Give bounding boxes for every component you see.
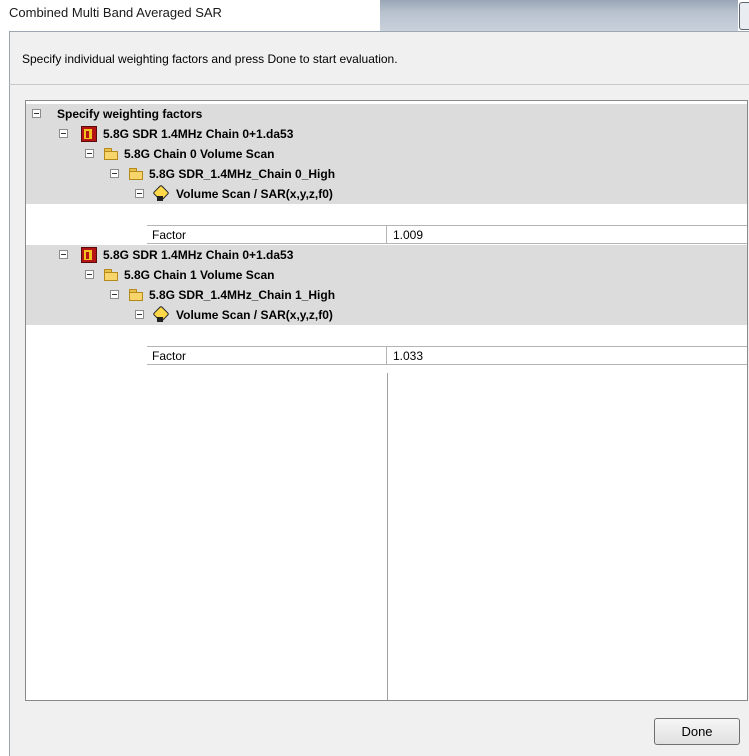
window-frame: [0, 31, 9, 755]
collapse-toggle-icon[interactable]: [85, 270, 94, 279]
tree-folder-row[interactable]: 5.8G Chain 0 Volume Scan: [26, 144, 747, 164]
factor-value-input[interactable]: 1.033: [393, 349, 423, 363]
collapse-toggle-icon[interactable]: [135, 189, 144, 198]
tree-file-row[interactable]: 5.8G SDR 1.4MHz Chain 0+1.da53: [26, 245, 747, 265]
volume-scan-icon: [152, 186, 168, 202]
tree-measurement-row[interactable]: Volume Scan / SAR(x,y,z,f0): [26, 305, 747, 325]
weighting-tree-panel: Specify weighting factors 5.8G SDR 1.4MH…: [25, 100, 748, 701]
factor-row[interactable]: Factor 1.009: [147, 225, 747, 244]
factor-row[interactable]: Factor 1.033: [147, 346, 747, 365]
tree-measurement-label: Volume Scan / SAR(x,y,z,f0): [176, 308, 333, 322]
title-bar: Combined Multi Band Averaged SAR: [0, 0, 749, 31]
factor-value-input[interactable]: 1.009: [393, 228, 423, 242]
volume-scan-icon: [152, 307, 168, 323]
tree-file-row[interactable]: 5.8G SDR 1.4MHz Chain 0+1.da53: [26, 124, 747, 144]
tree-folder-row[interactable]: 5.8G Chain 1 Volume Scan: [26, 265, 747, 285]
collapse-toggle-icon[interactable]: [59, 250, 68, 259]
title-bar-glass: [380, 0, 738, 31]
close-button[interactable]: [739, 2, 749, 30]
collapse-toggle-icon[interactable]: [32, 109, 41, 118]
factor-label: Factor: [152, 349, 187, 363]
tree-measurement-row[interactable]: Volume Scan / SAR(x,y,z,f0): [26, 184, 747, 204]
collapse-toggle-icon[interactable]: [59, 129, 68, 138]
separator: [9, 84, 749, 85]
column-divider: [387, 373, 388, 700]
tree-folder-label: 5.8G Chain 0 Volume Scan: [124, 147, 275, 161]
collapse-toggle-icon[interactable]: [135, 310, 144, 319]
tree-file-label: 5.8G SDR 1.4MHz Chain 0+1.da53: [103, 248, 294, 262]
collapse-toggle-icon[interactable]: [110, 290, 119, 299]
tree-subfolder-row[interactable]: 5.8G SDR_1.4MHz_Chain 0_High: [26, 164, 747, 184]
data-file-icon: [81, 126, 97, 142]
window-title: Combined Multi Band Averaged SAR: [9, 5, 222, 20]
done-button[interactable]: Done: [654, 718, 740, 745]
column-divider: [386, 226, 387, 243]
folder-icon: [103, 146, 119, 162]
data-file-icon: [81, 247, 97, 263]
tree-folder-label: 5.8G Chain 1 Volume Scan: [124, 268, 275, 282]
tree-subfolder-label: 5.8G SDR_1.4MHz_Chain 0_High: [149, 167, 336, 181]
tree-file-label: 5.8G SDR 1.4MHz Chain 0+1.da53: [103, 127, 294, 141]
folder-icon: [128, 166, 144, 182]
column-divider: [386, 347, 387, 364]
collapse-toggle-icon[interactable]: [85, 149, 94, 158]
collapse-toggle-icon[interactable]: [110, 169, 119, 178]
tree-subfolder-label: 5.8G SDR_1.4MHz_Chain 1_High: [149, 288, 336, 302]
instruction-text: Specify individual weighting factors and…: [22, 52, 398, 66]
factor-label: Factor: [152, 228, 187, 242]
tree-root-row[interactable]: Specify weighting factors: [26, 104, 747, 124]
tree-root-label: Specify weighting factors: [57, 107, 203, 121]
tree-subfolder-row[interactable]: 5.8G SDR_1.4MHz_Chain 1_High: [26, 285, 747, 305]
folder-icon: [103, 267, 119, 283]
tree-measurement-label: Volume Scan / SAR(x,y,z,f0): [176, 187, 333, 201]
folder-icon: [128, 287, 144, 303]
